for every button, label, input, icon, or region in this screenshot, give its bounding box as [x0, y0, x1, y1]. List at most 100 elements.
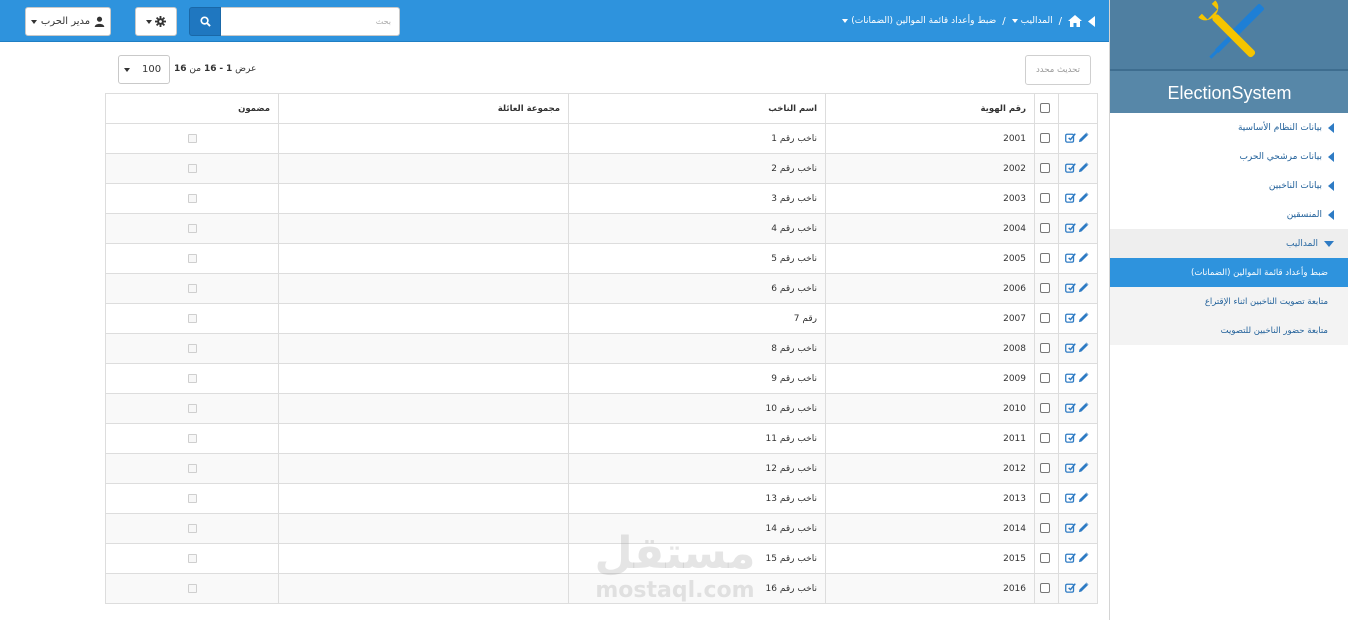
- table-row[interactable]: 2010 ناخب رقم 10: [105, 393, 1098, 424]
- edit-icon[interactable]: [1078, 162, 1089, 173]
- table-row[interactable]: 2001 ناخب رقم 1: [105, 123, 1098, 154]
- row-select-checkbox[interactable]: [1040, 403, 1050, 414]
- table-row[interactable]: 2011 ناخب رقم 11: [105, 423, 1098, 454]
- row-select-checkbox[interactable]: [1040, 343, 1050, 354]
- open-record-icon[interactable]: [1065, 552, 1076, 563]
- column-header-family[interactable]: مجموعة العائلة: [278, 93, 569, 124]
- open-record-icon[interactable]: [1065, 312, 1076, 323]
- edit-icon[interactable]: [1078, 462, 1089, 473]
- select-all-checkbox[interactable]: [1040, 103, 1050, 114]
- table-row[interactable]: 2013 ناخب رقم 13: [105, 483, 1098, 514]
- home-icon[interactable]: [1068, 15, 1082, 27]
- row-select-checkbox[interactable]: [1040, 463, 1050, 474]
- table-row[interactable]: 2003 ناخب رقم 3: [105, 183, 1098, 214]
- table-row[interactable]: 2005 ناخب رقم 5: [105, 243, 1098, 274]
- cell-family: [278, 273, 569, 304]
- sidebar-item-madalib[interactable]: المداليب: [1110, 229, 1348, 258]
- table-row[interactable]: 2015 ناخب رقم 15: [105, 543, 1098, 574]
- edit-icon[interactable]: [1078, 552, 1089, 563]
- row-select-checkbox[interactable]: [1040, 253, 1050, 264]
- search-input[interactable]: [221, 7, 400, 36]
- sidebar-item-coordinators[interactable]: المنسقين: [1110, 200, 1348, 229]
- open-record-icon[interactable]: [1065, 222, 1076, 233]
- row-actions-cell: [1058, 513, 1098, 544]
- sidebar-subitem-voting-tracking[interactable]: متابعة تصويت الناخبين اثناء الإقتراع: [1110, 287, 1348, 316]
- open-record-icon[interactable]: [1065, 402, 1076, 413]
- edit-icon[interactable]: [1078, 372, 1089, 383]
- edit-icon[interactable]: [1078, 522, 1089, 533]
- row-select-checkbox[interactable]: [1040, 493, 1050, 504]
- sidebar-item-candidates[interactable]: بيانات مرشحي الحرب: [1110, 142, 1348, 171]
- edit-icon[interactable]: [1078, 192, 1089, 203]
- column-header-name[interactable]: اسم الناخب: [568, 93, 826, 124]
- row-select-checkbox[interactable]: [1040, 433, 1050, 444]
- row-select-checkbox[interactable]: [1040, 523, 1050, 534]
- table-row[interactable]: 2016 ناخب رقم 16: [105, 573, 1098, 604]
- cell-id: 2005: [825, 243, 1035, 274]
- table-row[interactable]: 2007 رقم 7: [105, 303, 1098, 334]
- table-row[interactable]: 2006 ناخب رقم 6: [105, 273, 1098, 304]
- open-record-icon[interactable]: [1065, 282, 1076, 293]
- user-icon: [94, 16, 105, 27]
- open-record-icon[interactable]: [1065, 192, 1076, 203]
- edit-icon[interactable]: [1078, 582, 1089, 593]
- sidebar-subitem-guarantees[interactable]: ضبط وأعداد قائمة الموالين (الضمانات): [1110, 258, 1348, 287]
- open-record-icon[interactable]: [1065, 522, 1076, 533]
- open-record-icon[interactable]: [1065, 342, 1076, 353]
- open-record-icon[interactable]: [1065, 432, 1076, 443]
- refresh-selected-button[interactable]: تحديث محدد: [1025, 55, 1091, 85]
- row-select-checkbox[interactable]: [1040, 373, 1050, 384]
- column-header-id[interactable]: رقم الهوية: [825, 93, 1035, 124]
- cell-name: ناخب رقم 14: [568, 513, 826, 544]
- row-select-checkbox[interactable]: [1040, 283, 1050, 294]
- open-record-icon[interactable]: [1065, 132, 1076, 143]
- cell-name: ناخب رقم 12: [568, 453, 826, 484]
- table-row[interactable]: 2004 ناخب رقم 4: [105, 213, 1098, 244]
- guaranteed-checkbox: [187, 343, 197, 353]
- table-row[interactable]: 2012 ناخب رقم 12: [105, 453, 1098, 484]
- settings-button[interactable]: [135, 7, 177, 36]
- edit-icon[interactable]: [1078, 132, 1089, 143]
- row-select-checkbox[interactable]: [1040, 553, 1050, 564]
- search-button[interactable]: [189, 7, 221, 36]
- breadcrumb-item-level1[interactable]: المداليب: [1011, 16, 1053, 26]
- open-record-icon[interactable]: [1065, 462, 1076, 473]
- cell-name: ناخب رقم 2: [568, 153, 826, 184]
- table-row[interactable]: 2014 ناخب رقم 14: [105, 513, 1098, 544]
- row-select-checkbox[interactable]: [1040, 313, 1050, 324]
- user-menu-button[interactable]: مدير الحرب: [25, 7, 111, 36]
- column-header-guaranteed[interactable]: مضمون: [105, 93, 279, 124]
- collapse-sidebar-icon[interactable]: [1088, 15, 1095, 27]
- table-row[interactable]: 2009 ناخب رقم 9: [105, 363, 1098, 394]
- open-record-icon[interactable]: [1065, 492, 1076, 503]
- row-select-checkbox[interactable]: [1040, 223, 1050, 234]
- sidebar-subitem-attendance-tracking[interactable]: متابعة حضور الناخبين للتصويت: [1110, 316, 1348, 345]
- edit-icon[interactable]: [1078, 282, 1089, 293]
- sidebar-item-voters[interactable]: بيانات الناخبين: [1110, 171, 1348, 200]
- guaranteed-checkbox: [187, 253, 197, 263]
- sidebar-item-system-data[interactable]: بيانات النظام الأساسية: [1110, 113, 1348, 142]
- open-record-icon[interactable]: [1065, 162, 1076, 173]
- breadcrumb-item-level2[interactable]: ضبط وأعداد قائمة الموالين (الضمانات): [842, 16, 996, 26]
- row-select-checkbox[interactable]: [1040, 583, 1050, 594]
- open-record-icon[interactable]: [1065, 252, 1076, 263]
- page-size-select[interactable]: 100: [118, 55, 170, 84]
- row-select-checkbox[interactable]: [1040, 163, 1050, 174]
- table-row[interactable]: 2002 ناخب رقم 2: [105, 153, 1098, 184]
- edit-icon[interactable]: [1078, 342, 1089, 353]
- cell-name: ناخب رقم 15: [568, 543, 826, 574]
- open-record-icon[interactable]: [1065, 372, 1076, 383]
- row-select-checkbox[interactable]: [1040, 133, 1050, 144]
- edit-icon[interactable]: [1078, 252, 1089, 263]
- edit-icon[interactable]: [1078, 492, 1089, 503]
- row-actions: [1065, 282, 1089, 293]
- guaranteed-checkbox: [187, 193, 197, 203]
- open-record-icon[interactable]: [1065, 582, 1076, 593]
- edit-icon[interactable]: [1078, 312, 1089, 323]
- cell-guaranteed: [105, 453, 279, 484]
- table-row[interactable]: 2008 ناخب رقم 8: [105, 333, 1098, 364]
- row-select-checkbox[interactable]: [1040, 193, 1050, 204]
- edit-icon[interactable]: [1078, 402, 1089, 413]
- edit-icon[interactable]: [1078, 222, 1089, 233]
- edit-icon[interactable]: [1078, 432, 1089, 443]
